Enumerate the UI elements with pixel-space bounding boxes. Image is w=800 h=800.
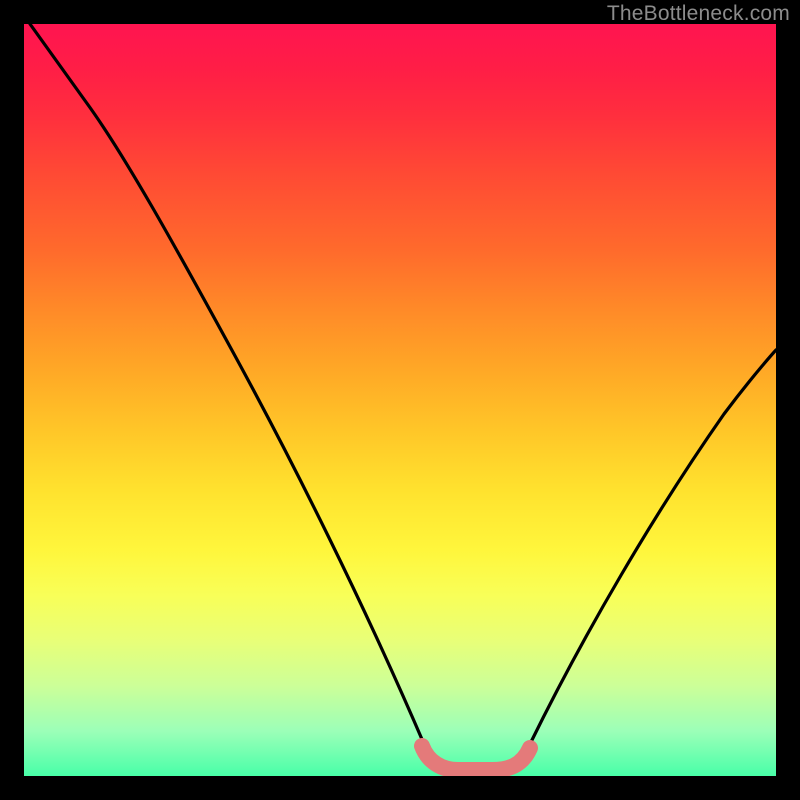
watermark-text: TheBottleneck.com (607, 2, 790, 26)
plot-area (24, 24, 776, 776)
bottleneck-curve (30, 24, 776, 768)
min-marker (422, 746, 530, 770)
chart-svg (24, 24, 776, 776)
chart-frame: TheBottleneck.com (0, 0, 800, 800)
